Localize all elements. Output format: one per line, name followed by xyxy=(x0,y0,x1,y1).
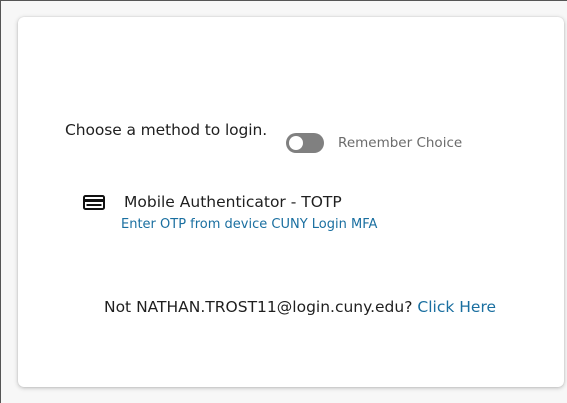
choose-method-prompt: Choose a method to login. xyxy=(65,121,268,139)
not-user-notice: Not NATHAN.TROST11@login.cuny.edu? Click… xyxy=(65,295,535,320)
remember-choice-label: Remember Choice xyxy=(338,135,463,151)
card-icon xyxy=(83,194,105,210)
method-option-totp[interactable]: Mobile Authenticator - TOTP Enter OTP fr… xyxy=(83,193,377,232)
method-subtitle-link[interactable]: Enter OTP from device CUNY Login MFA xyxy=(121,217,377,232)
page-frame: Choose a method to login. Remember Choic… xyxy=(0,0,567,403)
not-user-text: Not NATHAN.TROST11@login.cuny.edu? xyxy=(103,298,413,316)
toggle-knob xyxy=(289,136,304,150)
click-here-link[interactable]: Click Here xyxy=(417,298,496,316)
remember-choice-toggle[interactable] xyxy=(286,133,325,153)
method-title: Mobile Authenticator - TOTP xyxy=(124,193,342,211)
choose-method-row: Choose a method to login. Remember Choic… xyxy=(65,121,462,153)
method-header: Mobile Authenticator - TOTP xyxy=(83,193,377,211)
login-method-card: Choose a method to login. Remember Choic… xyxy=(18,17,564,387)
